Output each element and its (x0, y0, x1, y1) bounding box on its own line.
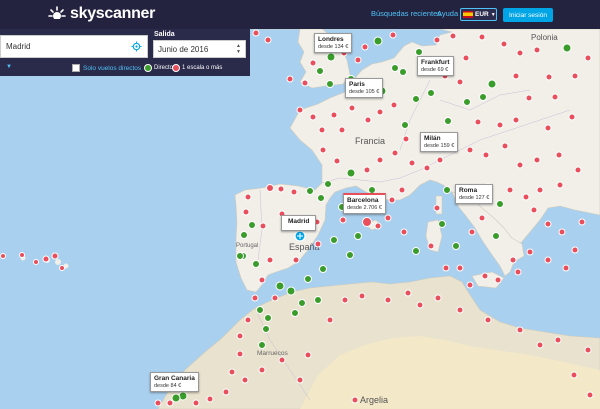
currency-label: EUR (475, 11, 489, 18)
destination-callout-roma[interactable]: Roma desde 127 € (455, 184, 494, 204)
destination-callout-londres[interactable]: Londres desde 134 € (314, 33, 353, 53)
callout-price: desde 84 € (154, 383, 182, 389)
sun-logo-icon (48, 6, 66, 22)
destination-callout-paris[interactable]: Paris desde 105 € (345, 78, 384, 98)
spain-flag-icon (463, 11, 473, 18)
callout-city: Gran Canaria (154, 375, 195, 382)
callout-price: desde 105 € (349, 89, 380, 95)
direct-only-checkbox[interactable] (72, 64, 80, 72)
destination-callout-milan[interactable]: Milán desde 159 € (420, 132, 459, 152)
callout-price: desde 134 € (318, 44, 349, 50)
filter-row: ▼ Solo vuelos directos Directo 1 escala … (0, 61, 250, 76)
departure-select[interactable]: Junio de 2016 ▲ ▼ (153, 40, 246, 58)
label-argelia: Argelia (360, 395, 388, 405)
chevron-down-icon: ▼ (490, 11, 496, 18)
destination-callout-frankfurt[interactable]: Frankfurt desde 69 € (417, 56, 454, 76)
help-link[interactable]: Ayuda (437, 9, 458, 18)
legend-stops-label: 1 escala o más (182, 65, 223, 71)
destination-callout-barcelona[interactable]: Barcelona desde 2.706 € (343, 193, 386, 214)
label-polonia: Polonia (531, 33, 558, 42)
callout-city: Roma (459, 187, 478, 194)
logo-text: skyscanner (70, 5, 156, 22)
callout-city: Frankfurt (421, 59, 450, 66)
callout-price: desde 127 € (459, 195, 490, 201)
callout-city: Milán (424, 135, 441, 142)
callout-city: Madrid (288, 218, 310, 225)
locate-icon[interactable] (131, 41, 142, 52)
origin-marker-icon (294, 230, 306, 242)
callout-price: desde 69 € (421, 67, 449, 73)
origin-input[interactable]: Madrid (0, 35, 148, 58)
top-navigation-bar: skyscanner Búsquedas recientes Ayuda EUR… (0, 0, 600, 29)
origin-value: Madrid (6, 42, 31, 51)
skyscanner-logo[interactable]: skyscanner (47, 4, 155, 24)
label-francia: Francia (355, 136, 385, 146)
direct-only-label[interactable]: Solo vuelos directos (83, 65, 141, 72)
departure-value: Junio de 2016 (158, 45, 209, 54)
callout-city: Paris (349, 81, 365, 88)
select-arrows-icon: ▲ ▼ (236, 43, 241, 55)
callout-city: Barcelona (347, 197, 379, 204)
destination-callout-gran-canaria[interactable]: Gran Canaria desde 84 € (150, 372, 199, 392)
login-button[interactable]: Iniciar sesión (503, 8, 553, 22)
currency-selector[interactable]: EUR ▼ (460, 8, 497, 21)
legend-direct-label: Directo (154, 65, 174, 71)
origin-callout-madrid[interactable]: Madrid (281, 215, 317, 231)
recent-searches-link[interactable]: Búsquedas recientes (371, 9, 441, 18)
callout-city: Londres (318, 36, 344, 43)
label-portugal: Portugal (236, 243, 258, 249)
expand-caret-icon[interactable]: ▼ (6, 64, 12, 70)
label-marruecos: Marruecos (257, 350, 288, 357)
stops-legend-icon (172, 64, 180, 72)
direct-legend-icon (144, 64, 152, 72)
callout-price: desde 159 € (424, 143, 455, 149)
departure-label: Salida (154, 31, 175, 38)
callout-price: desde 2.706 € (347, 205, 382, 211)
